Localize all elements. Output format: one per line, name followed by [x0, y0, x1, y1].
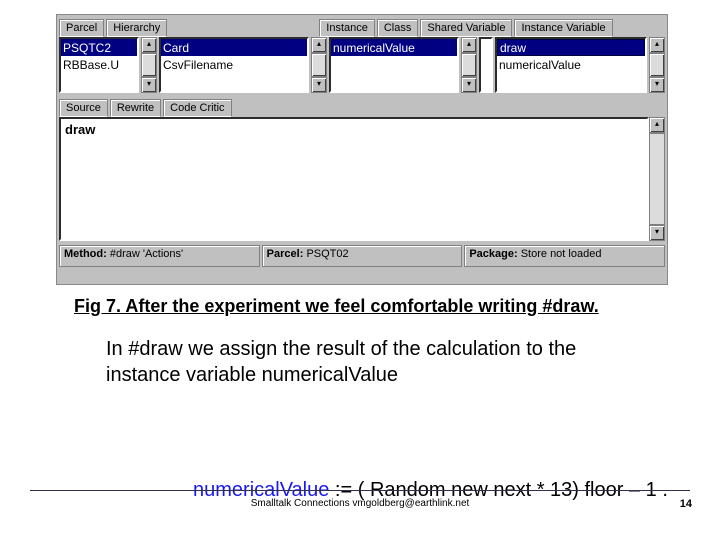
scroll-track[interactable] — [141, 53, 157, 77]
tab-class[interactable]: Class — [377, 19, 419, 37]
tab-code-critic[interactable]: Code Critic — [163, 99, 231, 117]
code-editor[interactable]: draw numericalValue := ( Random new next… — [59, 117, 649, 241]
status-parcel: Parcel: PSQT02 — [262, 245, 463, 267]
tab-parcel[interactable]: Parcel — [59, 19, 104, 37]
scroll-down-icon[interactable]: ▾ — [311, 77, 327, 93]
footer-divider — [30, 490, 690, 491]
scroll-track[interactable] — [311, 53, 327, 77]
scroll-track[interactable] — [649, 133, 665, 225]
tab-label: Hierarchy — [113, 22, 160, 34]
tab-label: Instance — [326, 22, 368, 34]
scroll-down-icon[interactable]: ▾ — [461, 77, 477, 93]
top-tabbar: Parcel Hierarchy Instance Class Shared V… — [57, 15, 667, 37]
tab-instance[interactable]: Instance — [319, 19, 375, 37]
footer-text: Smalltalk Connections vmgoldberg@earthli… — [0, 498, 720, 509]
scroll-track[interactable] — [649, 53, 665, 77]
status-bar: Method: #draw 'Actions' Parcel: PSQT02 P… — [59, 245, 665, 267]
method-list[interactable]: draw numericalValue — [495, 37, 647, 93]
status-package: Package: Store not loaded — [464, 245, 665, 267]
protocol-list[interactable]: numericalValue — [329, 37, 459, 93]
list-item[interactable]: numericalValue — [331, 39, 457, 56]
mid-tabbar: Source Rewrite Code Critic — [57, 93, 667, 117]
status-value: Store not loaded — [521, 248, 602, 260]
tab-label: Code Critic — [170, 102, 224, 114]
list-item[interactable]: CsvFilename — [161, 56, 307, 73]
tab-label: Rewrite — [117, 102, 154, 114]
tab-label: Instance Variable — [521, 22, 605, 34]
tab-label: Class — [384, 22, 412, 34]
status-method: Method: #draw 'Actions' — [59, 245, 260, 267]
pane-separator — [479, 37, 493, 93]
tab-label: Source — [66, 102, 101, 114]
class-list[interactable]: Card CsvFilename — [159, 37, 309, 93]
ide-window: Parcel Hierarchy Instance Class Shared V… — [56, 14, 668, 285]
code-pane-wrap: draw numericalValue := ( Random new next… — [59, 117, 665, 241]
page-number: 14 — [680, 498, 692, 510]
method-header: draw — [65, 121, 643, 139]
protocol-scroll: ▴ ▾ — [461, 37, 477, 93]
browser-panes: PSQTC2 RBBase.U ▴ ▾ Card CsvFilename ▴ ▾… — [57, 37, 667, 93]
scroll-track[interactable] — [461, 53, 477, 77]
status-value: PSQT02 — [306, 248, 348, 260]
parcel-scroll: ▴ ▾ — [141, 37, 157, 93]
scroll-up-icon[interactable]: ▴ — [461, 37, 477, 53]
tab-shared-variable[interactable]: Shared Variable — [420, 19, 512, 37]
tab-source[interactable]: Source — [59, 99, 108, 117]
class-scroll: ▴ ▾ — [311, 37, 327, 93]
list-item[interactable]: numericalValue — [497, 56, 645, 73]
scroll-down-icon[interactable]: ▾ — [649, 225, 665, 241]
tab-rewrite[interactable]: Rewrite — [110, 99, 161, 117]
tab-hierarchy[interactable]: Hierarchy — [106, 19, 167, 37]
tab-instance-variable[interactable]: Instance Variable — [514, 19, 612, 37]
list-item[interactable]: Card — [161, 39, 307, 56]
status-label: Parcel: — [267, 248, 304, 260]
list-item[interactable]: draw — [497, 39, 645, 56]
scroll-up-icon[interactable]: ▴ — [649, 117, 665, 133]
status-value: #draw 'Actions' — [110, 248, 183, 260]
scroll-up-icon[interactable]: ▴ — [649, 37, 665, 53]
scroll-up-icon[interactable]: ▴ — [311, 37, 327, 53]
slide-body-text: In #draw we assign the result of the cal… — [106, 336, 646, 388]
tab-label: Shared Variable — [427, 22, 505, 34]
parcel-list[interactable]: PSQTC2 RBBase.U — [59, 37, 139, 93]
status-label: Method: — [64, 248, 107, 260]
list-item[interactable]: PSQTC2 — [61, 39, 137, 56]
status-label: Package: — [469, 248, 517, 260]
scroll-down-icon[interactable]: ▾ — [649, 77, 665, 93]
method-scroll: ▴ ▾ — [649, 37, 665, 93]
list-item[interactable]: RBBase.U — [61, 56, 137, 73]
tab-label: Parcel — [66, 22, 97, 34]
code-scroll: ▴ ▾ — [649, 117, 665, 241]
figure-caption: Fig 7. After the experiment we feel comf… — [74, 296, 664, 317]
scroll-down-icon[interactable]: ▾ — [141, 77, 157, 93]
scroll-up-icon[interactable]: ▴ — [141, 37, 157, 53]
